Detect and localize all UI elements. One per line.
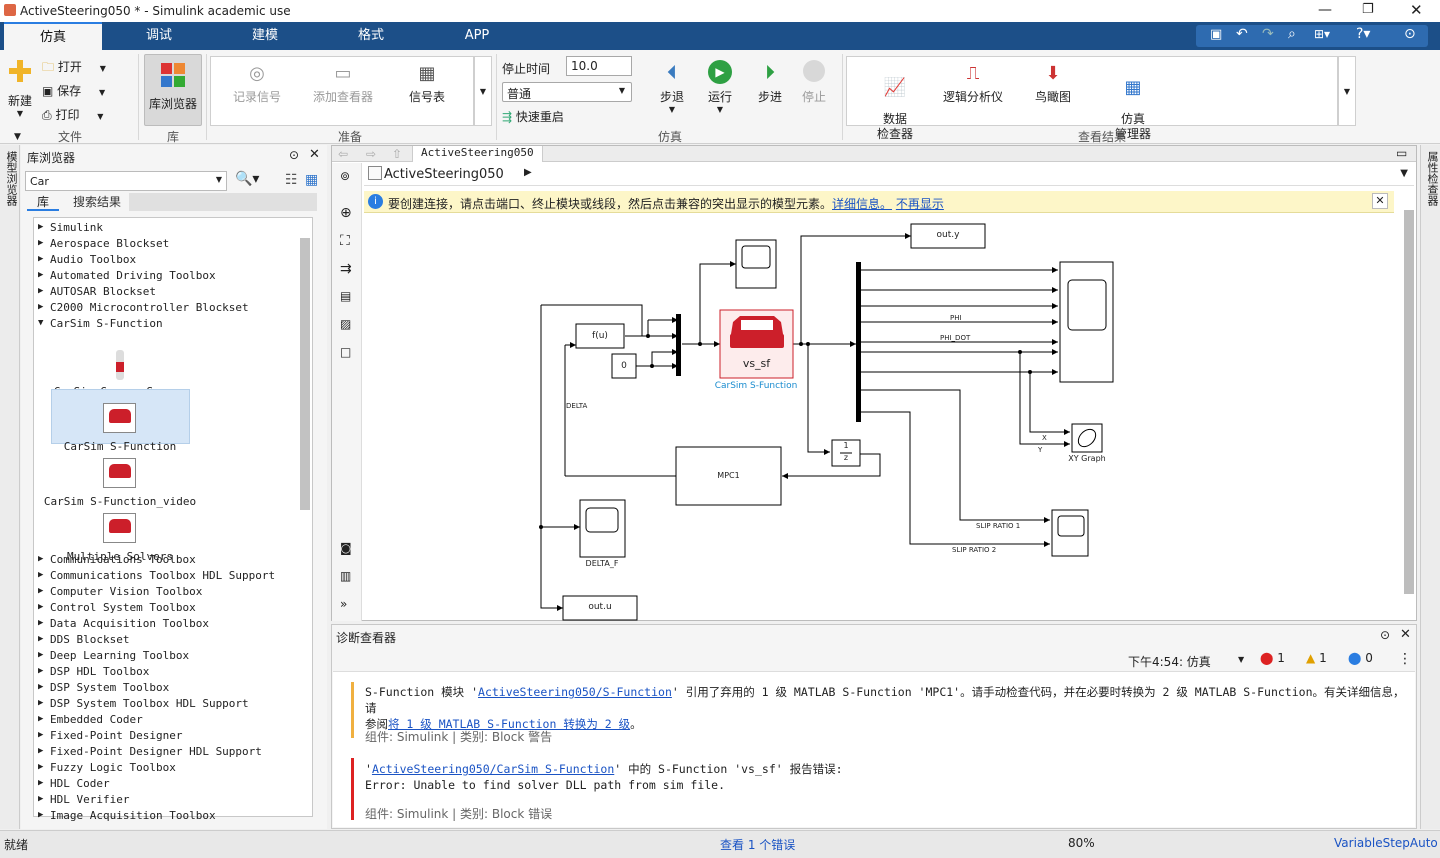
demux-block	[856, 262, 861, 422]
x-signal-label: X	[1042, 434, 1047, 442]
delay-den: z	[843, 453, 849, 462]
time-filter-select[interactable]: 下午4:54: 仿真 ▼	[1128, 653, 1248, 670]
status-text: 就绪	[4, 838, 29, 852]
diag-close-icon[interactable]: ✕	[1400, 627, 1411, 642]
solver-link[interactable]: VariableStepAuto	[1334, 836, 1438, 850]
time-filter-chevron-icon: ▼	[1238, 655, 1245, 664]
status-bar: 就绪 查看 1 个错误 80% VariableStepAuto	[0, 830, 1440, 858]
const-label: 0	[621, 361, 627, 371]
message-warning-meta: 组件: Simulink | 类别: Block 警告	[365, 730, 553, 744]
warning-marker	[351, 682, 354, 738]
delta-signal-label: DELTA	[566, 402, 588, 410]
info-count: 0	[1365, 651, 1373, 665]
message-warning: S-Function 模块 'ActiveSteering050/S-Funct…	[365, 685, 1405, 731]
phi-signal-label: PHI	[950, 314, 962, 322]
diag-menu-icon[interactable]: ⊙	[1380, 628, 1390, 642]
diag-more-icon[interactable]: ⋮	[1398, 651, 1412, 667]
msg2-block-link[interactable]: ActiveSteering050/CarSim S-Function	[372, 762, 614, 776]
time-filter-value: 下午4:54: 仿真	[1128, 655, 1211, 669]
delta-f-label: DELTA_F	[585, 559, 619, 568]
xy-graph-block	[1071, 423, 1103, 453]
mux-block	[676, 314, 681, 376]
right-rail: 属性检查器	[1420, 145, 1440, 829]
slip1-signal-label: SLIP RATIO 1	[976, 522, 1021, 530]
outu-label: out.u	[588, 602, 612, 612]
diagnostic-messages: S-Function 模块 'ActiveSteering050/S-Funct…	[333, 671, 1415, 827]
error-marker	[351, 758, 354, 820]
slip2-signal-label: SLIP RATIO 2	[952, 546, 997, 554]
phi-dot-signal-label: PHI_DOT	[940, 334, 971, 342]
property-inspector-tab[interactable]: 属性检查器	[1424, 151, 1440, 206]
warning-icon: ▲	[1306, 651, 1316, 665]
message-error-meta: 组件: Simulink | 类别: Block 错误	[365, 807, 553, 821]
error-count-button[interactable]: ⬤ 1	[1260, 651, 1285, 665]
info-count-button[interactable]: ⬤ 0	[1348, 651, 1373, 665]
warning-count: 1	[1319, 651, 1327, 665]
error-icon: ⬤	[1260, 651, 1274, 665]
msg1-block-link[interactable]: ActiveSteering050/S-Function	[478, 685, 672, 699]
y-signal-label: Y	[1038, 446, 1043, 454]
view-errors-link[interactable]: 查看 1 个错误	[720, 836, 795, 853]
mpc-label: MPC1	[717, 471, 740, 480]
info-circle-icon: ⬤	[1348, 651, 1362, 665]
delay-num: 1	[843, 441, 849, 450]
error-count: 1	[1277, 651, 1285, 665]
diagnostic-viewer: 诊断查看器 ⊙ ✕ 下午4:54: 仿真 ▼ ⬤ 1 ▲ 1 ⬤ 0 ⋮ S-F…	[331, 624, 1417, 829]
message-error: 'ActiveSteering050/CarSim S-Function' 中的…	[365, 762, 843, 792]
warning-count-button[interactable]: ▲ 1	[1306, 651, 1327, 665]
fcn-label: f(u)	[592, 331, 608, 341]
outy-label: out.y	[936, 230, 960, 240]
zoom-level: 80%	[1068, 836, 1095, 850]
diagnostic-title: 诊断查看器	[336, 631, 397, 645]
carsim-block-label[interactable]: CarSim S-Function	[706, 381, 806, 391]
carsim-text: vs_sf	[742, 357, 771, 370]
xy-graph-label: XY Graph	[1068, 454, 1106, 463]
